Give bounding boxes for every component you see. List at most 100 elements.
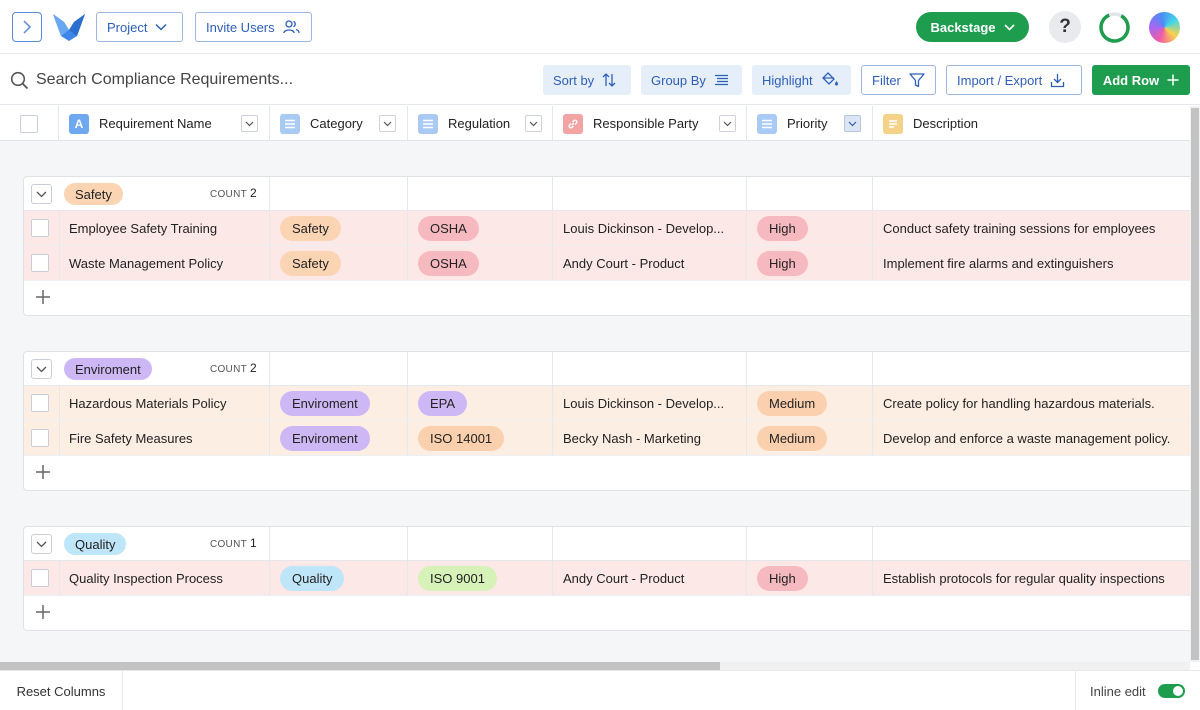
- add-row-button[interactable]: Add Row: [1092, 65, 1190, 95]
- inline-edit-toggle[interactable]: [1157, 684, 1185, 698]
- group-header: Quality COUNT 1: [24, 527, 1190, 561]
- category-pill: Enviroment: [280, 390, 370, 416]
- search-input[interactable]: [36, 67, 516, 93]
- progress-ring-icon[interactable]: [1098, 11, 1131, 44]
- app-logo[interactable]: [52, 10, 86, 42]
- add-row-in-group[interactable]: [24, 281, 1190, 315]
- category-pill: Safety: [280, 215, 341, 241]
- chevron-down-icon: [848, 121, 857, 126]
- priority-pill: Medium: [757, 390, 828, 416]
- table-row[interactable]: Employee Safety Training Safety OSHA Lou…: [24, 211, 1190, 246]
- highlight-button[interactable]: Highlight: [752, 65, 851, 95]
- requirement-name-cell[interactable]: Employee Safety Training: [60, 211, 270, 245]
- column-header-requirement-name[interactable]: A Requirement Name: [59, 106, 270, 141]
- filter-funnel-icon: [909, 72, 925, 87]
- horizontal-scrollbar[interactable]: [0, 662, 1190, 670]
- requirement-name-cell[interactable]: Waste Management Policy: [60, 246, 270, 280]
- column-label: Description: [913, 116, 979, 131]
- group-by-button[interactable]: Group By: [641, 65, 742, 95]
- add-row-in-group[interactable]: [24, 596, 1190, 630]
- help-button[interactable]: ?: [1049, 11, 1081, 43]
- filter-button[interactable]: Filter: [861, 65, 936, 95]
- description-cell[interactable]: Develop and enforce a waste management p…: [873, 421, 1190, 455]
- link-type-icon: [563, 113, 583, 134]
- plus-icon: [36, 605, 50, 619]
- list-type-icon: [757, 113, 777, 134]
- regulation-pill: OSHA: [418, 250, 479, 276]
- add-row-in-group[interactable]: [24, 456, 1190, 490]
- import-export-button[interactable]: Import / Export: [946, 65, 1082, 95]
- highlight-label: Highlight: [762, 72, 813, 88]
- group-quality: Quality COUNT 1 Quality Inspection Proces…: [23, 526, 1190, 631]
- project-dropdown[interactable]: Project: [96, 12, 183, 42]
- column-menu-button[interactable]: [525, 115, 542, 132]
- chevron-down-icon: [723, 121, 732, 126]
- table-row[interactable]: Waste Management Policy Safety OSHA Andy…: [24, 246, 1190, 281]
- collapse-group-button[interactable]: [31, 534, 52, 554]
- data-grid: A Requirement Name Category Regulation R…: [0, 106, 1190, 662]
- column-header-description[interactable]: Description: [873, 106, 1190, 141]
- priority-pill: High: [757, 250, 808, 276]
- table-row[interactable]: Fire Safety Measures Enviroment ISO 1400…: [24, 421, 1190, 456]
- chevron-down-icon: [36, 541, 47, 547]
- column-menu-button[interactable]: [379, 115, 396, 132]
- description-cell[interactable]: Implement fire alarms and extinguishers: [873, 246, 1190, 280]
- column-header-regulation[interactable]: Regulation: [408, 106, 553, 141]
- requirement-name-cell[interactable]: Hazardous Materials Policy: [60, 386, 270, 420]
- backstage-button[interactable]: Backstage: [916, 12, 1029, 42]
- expand-sidebar-button[interactable]: [12, 12, 42, 42]
- row-checkbox[interactable]: [31, 429, 49, 447]
- group-header-cell: Enviroment COUNT 2: [24, 352, 270, 385]
- responsible-party-cell[interactable]: Andy Court - Product: [553, 561, 747, 595]
- vertical-scrollbar[interactable]: [1190, 106, 1200, 662]
- description-cell[interactable]: Establish protocols for regular quality …: [873, 561, 1190, 595]
- responsible-party-cell[interactable]: Louis Dickinson - Develop...: [553, 211, 747, 245]
- group-header-cell: Quality COUNT 1: [24, 527, 270, 560]
- inline-edit-control[interactable]: Inline edit: [1075, 671, 1200, 710]
- reset-columns-button[interactable]: Reset Columns: [0, 671, 123, 710]
- priority-pill: High: [757, 565, 808, 591]
- column-header-row: A Requirement Name Category Regulation R…: [0, 106, 1190, 141]
- group-badge: Quality: [64, 533, 127, 555]
- collapse-group-button[interactable]: [31, 359, 52, 379]
- row-checkbox[interactable]: [31, 394, 49, 412]
- requirement-name-cell[interactable]: Quality Inspection Process: [60, 561, 270, 595]
- vertical-scrollbar-thumb[interactable]: [1191, 108, 1199, 660]
- column-label: Regulation: [448, 116, 511, 131]
- requirement-name-cell[interactable]: Fire Safety Measures: [60, 421, 270, 455]
- footer-bar: Reset Columns Inline edit: [0, 670, 1200, 710]
- column-label: Category: [310, 116, 363, 131]
- user-avatar[interactable]: [1149, 12, 1180, 43]
- description-cell[interactable]: Conduct safety training sessions for emp…: [873, 211, 1190, 245]
- column-menu-button[interactable]: [719, 115, 736, 132]
- table-row[interactable]: Quality Inspection Process Quality ISO 9…: [24, 561, 1190, 596]
- table-row[interactable]: Hazardous Materials Policy Enviroment EP…: [24, 386, 1190, 421]
- select-all-checkbox[interactable]: [20, 114, 38, 133]
- column-label: Responsible Party: [593, 116, 699, 131]
- invite-users-button[interactable]: Invite Users: [195, 12, 312, 42]
- row-checkbox[interactable]: [31, 219, 49, 237]
- responsible-party-cell[interactable]: Andy Court - Product: [553, 246, 747, 280]
- category-pill: Enviroment: [280, 425, 370, 451]
- users-icon: [282, 20, 300, 34]
- responsible-party-cell[interactable]: Becky Nash - Marketing: [553, 421, 747, 455]
- group-header: Enviroment COUNT 2: [24, 352, 1190, 386]
- group-badge: Safety: [64, 183, 123, 205]
- column-header-priority[interactable]: Priority: [747, 106, 873, 141]
- plus-icon: [1167, 74, 1179, 86]
- row-checkbox[interactable]: [31, 569, 49, 587]
- horizontal-scrollbar-thumb[interactable]: [0, 662, 720, 670]
- column-menu-button[interactable]: [844, 115, 861, 132]
- collapse-group-button[interactable]: [31, 184, 52, 204]
- column-header-responsible-party[interactable]: Responsible Party: [553, 106, 747, 141]
- group-header: Safety COUNT 2: [24, 177, 1190, 211]
- column-menu-button[interactable]: [241, 115, 258, 132]
- description-cell[interactable]: Create policy for handling hazardous mat…: [873, 386, 1190, 420]
- priority-pill: Medium: [757, 425, 828, 451]
- chevron-down-icon: [155, 23, 167, 31]
- category-pill: Quality: [280, 565, 345, 591]
- sort-by-button[interactable]: Sort by: [543, 65, 631, 95]
- responsible-party-cell[interactable]: Louis Dickinson - Develop...: [553, 386, 747, 420]
- row-checkbox[interactable]: [31, 254, 49, 272]
- column-header-category[interactable]: Category: [270, 106, 408, 141]
